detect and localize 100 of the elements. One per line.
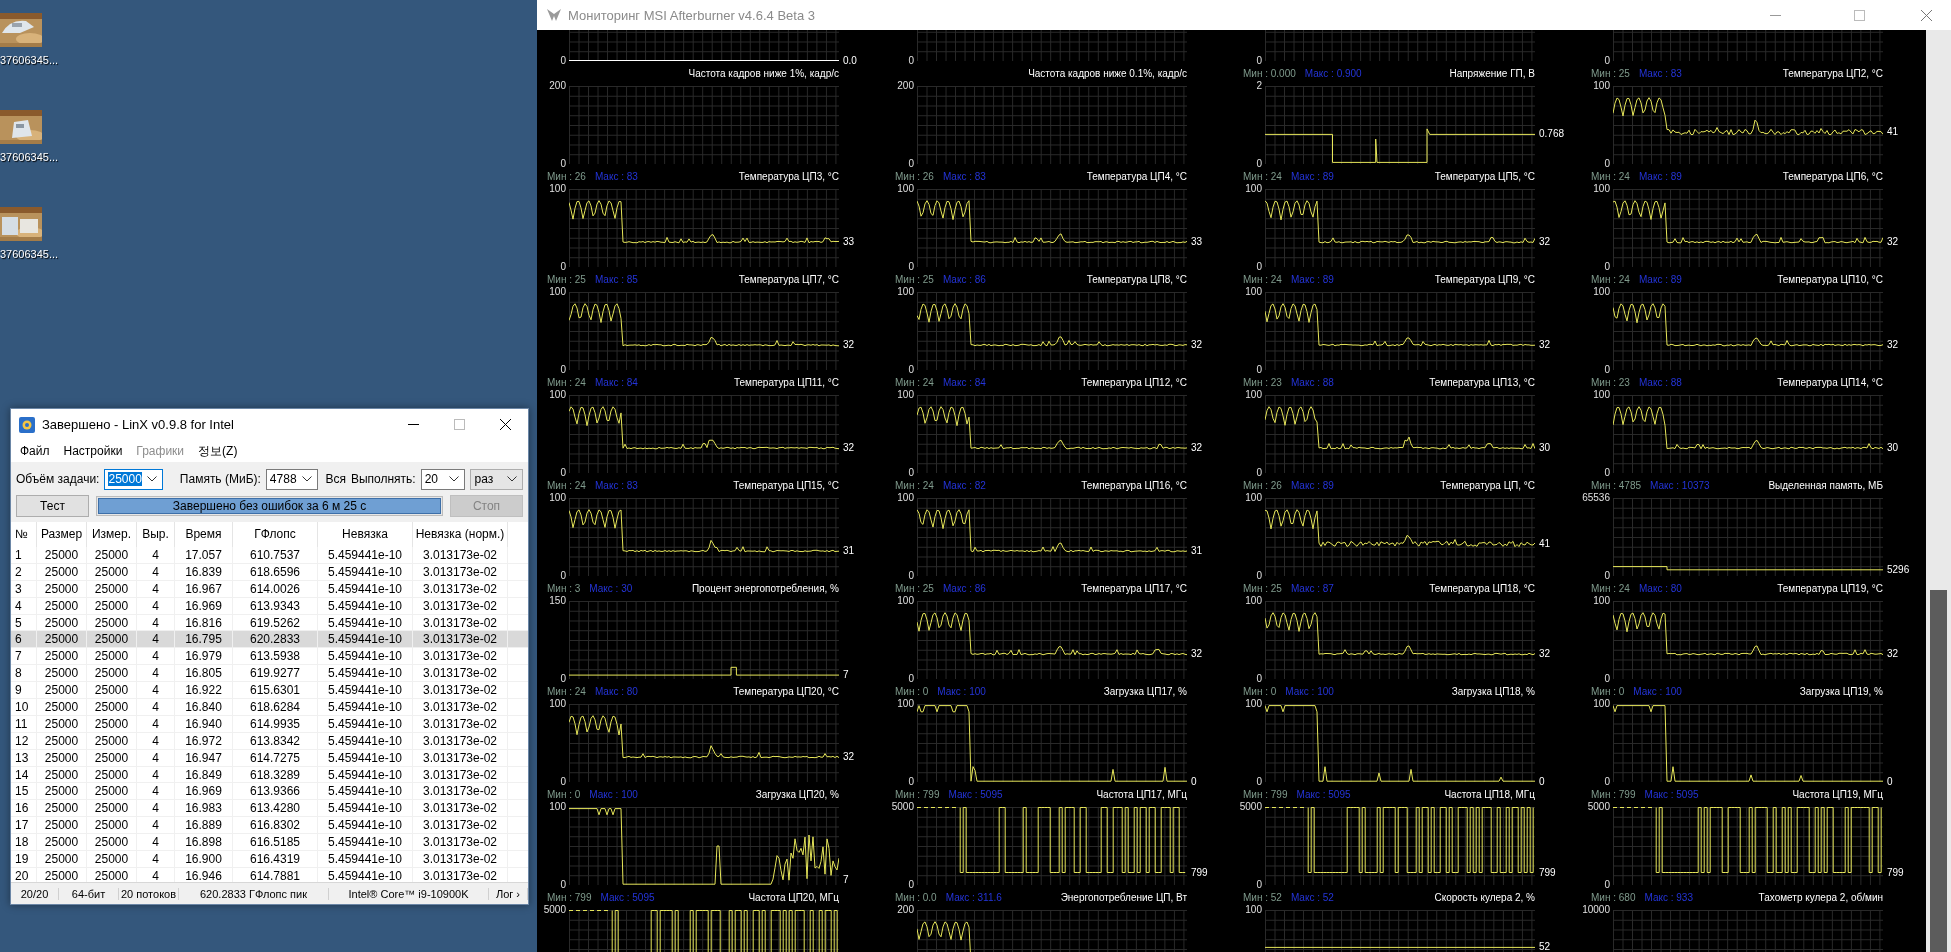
table-cell: 25000	[87, 563, 137, 580]
menu-item[interactable]: Настройки	[56, 444, 130, 458]
axis-label: 100	[549, 492, 566, 504]
table-row[interactable]: 10 25000 25000 4 16.840 618.6284 5.459441e-10 3.013173e-02	[11, 699, 528, 716]
table-row[interactable]: 18 25000 25000 4 16.898 616.5185 5.459441e-10 3.013173e-02	[11, 834, 528, 852]
min-reading: Мин : 25	[895, 273, 934, 286]
table-row[interactable]: 9 25000 25000 4 16.922 615.6301 5.459441e-10 3.013173e-02	[11, 682, 528, 699]
graph-title: Загрузка ЦП17, %	[1103, 685, 1187, 698]
table-cell: 16.839	[175, 563, 233, 580]
table-row[interactable]: 6 25000 25000 4 16.795 620.2833 5.459441e-10 3.013173e-02	[11, 631, 528, 649]
current-value: 32	[843, 339, 855, 352]
table-cell: 25000	[87, 851, 137, 867]
graph-title: Температура ЦП12, °C	[1081, 376, 1187, 389]
table-cell: 25000	[37, 834, 87, 851]
table-cell: 3.013173e-02	[413, 834, 508, 851]
min-reading: Мин : 799	[1243, 788, 1288, 801]
table-cell: 5.459441e-10	[318, 800, 413, 817]
axis-label: 200	[897, 80, 914, 92]
min-reading: Мин : 4785	[1591, 479, 1642, 492]
table-cell: 14	[11, 766, 37, 783]
table-cell: 16.889	[175, 817, 233, 834]
axis-label: 0	[1256, 55, 1262, 67]
table-cell: 9	[11, 682, 37, 698]
axis-label: 100	[549, 286, 566, 298]
max-reading: Макс : 89	[1638, 170, 1682, 183]
graph-title: Температура ЦП19, °C	[1777, 582, 1883, 595]
graph-title: Процент энергопотребления, %	[691, 582, 839, 595]
axis-label: 0	[1604, 467, 1610, 479]
max-reading: Макс : 89	[1290, 170, 1334, 183]
max-reading: Макс : 5095	[1296, 788, 1351, 801]
graph-title: Температура ЦП7, °C	[738, 273, 839, 286]
graph-title: Частота кадров ниже 1%, кадр/с	[688, 67, 839, 80]
table-row[interactable]: 16 25000 25000 4 16.983 613.4280 5.459441e-10 3.013173e-02	[11, 800, 528, 818]
table-row[interactable]: 17 25000 25000 4 16.889 616.8302 5.459441e-10 3.013173e-02	[11, 817, 528, 835]
table-cell: 25000	[37, 817, 87, 834]
scrollbar-thumb[interactable]	[1930, 590, 1947, 952]
table-cell: 5.459441e-10	[318, 563, 413, 580]
axis-label: 100	[1245, 286, 1262, 298]
graph-title: Температура ЦП5, °C	[1434, 170, 1535, 183]
current-value: 5296	[1887, 563, 1910, 576]
axis-label: 0	[560, 570, 566, 582]
table-cell: 25000	[37, 631, 87, 648]
max-reading: Макс : 88	[1638, 376, 1682, 389]
table-row[interactable]: 19 25000 25000 4 16.900 616.4319 5.459441e-10 3.013173e-02	[11, 851, 528, 868]
menu-item[interactable]: Файл	[13, 444, 57, 458]
file-label[interactable]: 37606345...	[0, 54, 59, 66]
table-cell: 613.9343	[233, 597, 318, 614]
axis-label: 2	[1256, 80, 1262, 92]
graph-title: Температура ЦП17, °C	[1081, 582, 1187, 595]
min-reading: Мин : 0.0	[895, 891, 937, 904]
file-label[interactable]: 37606345...	[0, 248, 59, 260]
test-button[interactable]: Тест	[16, 495, 89, 517]
table-row[interactable]: 8 25000 25000 4 16.805 619.9277 5.459441e-10 3.013173e-02	[11, 665, 528, 683]
graph-title: Загрузка ЦП20, %	[755, 788, 839, 801]
table-cell: 613.4280	[233, 800, 318, 817]
max-reading: Макс : 100	[937, 685, 986, 698]
table-cell: 5.459441e-10	[318, 614, 413, 631]
max-reading: Макс : 933	[1644, 891, 1693, 904]
axis-label: 100	[549, 183, 566, 195]
file-label[interactable]: 37606345...	[0, 151, 59, 163]
combo-box[interactable]: 4788	[265, 468, 319, 490]
graph-title: Температура ЦП4, °C	[1086, 170, 1187, 183]
combo-box[interactable]: раз	[470, 468, 523, 490]
min-reading: Мин : 24	[547, 479, 586, 492]
table-cell: 613.9366	[233, 783, 318, 800]
table-cell: 5.459441e-10	[318, 783, 413, 800]
table-cell: 10	[11, 699, 37, 715]
table-cell: 4	[137, 614, 175, 631]
graph-title: Температура ЦП6, °C	[1782, 170, 1883, 183]
axis-label: 100	[549, 389, 566, 401]
current-value: 32	[843, 751, 855, 764]
min-reading: Мин : 0	[895, 685, 929, 698]
axis-label: 5000	[543, 904, 566, 916]
max-reading: Макс : 87	[1290, 582, 1334, 595]
axis-label: 0	[1256, 776, 1262, 788]
table-cell: 4	[137, 547, 175, 563]
table-row[interactable]: 15 25000 25000 4 16.969 613.9366 5.459441e-10 3.013173e-02	[11, 783, 528, 801]
min-reading: Мин : 0	[1591, 685, 1625, 698]
current-value: 0.768	[1539, 128, 1565, 141]
table-cell: 16.967	[175, 580, 233, 597]
scrollbar[interactable]	[1926, 30, 1951, 952]
axis-label: 100	[549, 698, 566, 710]
graph-title: Скорость кулера 2, %	[1434, 891, 1535, 904]
graph-title: Температура ЦП18, °C	[1429, 582, 1535, 595]
table-row[interactable]: 7 25000 25000 4 16.979 613.5938 5.459441e-10 3.013173e-02	[11, 648, 528, 666]
table-cell: 4	[137, 597, 175, 614]
menu-item[interactable]: 정보(Z)	[191, 442, 245, 460]
table-row[interactable]: 1 25000 25000 4 17.057 610.7537 5.459441e-10 3.013173e-02	[11, 547, 528, 564]
table-cell: 25000	[37, 699, 87, 715]
table-cell: 615.6301	[233, 682, 318, 698]
axis-label: 0	[1256, 673, 1262, 685]
current-value: 32	[1539, 236, 1551, 249]
table-cell: 16.795	[175, 631, 233, 648]
combo-box[interactable]: 25000	[104, 468, 163, 490]
max-reading: Макс : 83	[594, 479, 638, 492]
current-value: 799	[1887, 866, 1904, 879]
axis-label: 0	[1604, 673, 1610, 685]
axis-label: 100	[1245, 389, 1262, 401]
axis-label: 10000	[1582, 904, 1610, 916]
combo-box[interactable]: 20	[420, 468, 466, 490]
